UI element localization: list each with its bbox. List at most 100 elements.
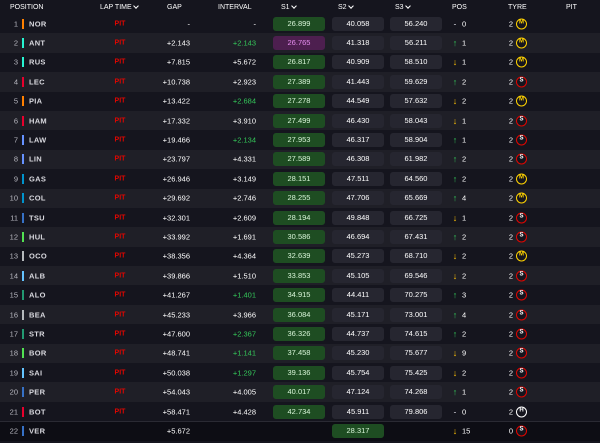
sector-3-time: 58.043 — [390, 113, 442, 128]
table-row[interactable]: 1 NOR PIT - -26.899 40.058 56.240-0 2 M — [0, 14, 600, 34]
interval-value: +2.143 — [232, 38, 256, 48]
team-color-bar — [22, 426, 24, 437]
position-number: 8 — [13, 154, 18, 164]
tyre-laps: 2 — [508, 193, 513, 203]
team-color-bar — [22, 290, 24, 301]
sector-2-time: 46.308 — [332, 152, 384, 167]
column-header-s2[interactable]: S2 — [338, 2, 354, 11]
tyre-laps: 2 — [508, 57, 513, 67]
table-row[interactable]: 20 PER PIT +54.043 +4.005 40.017 47.124 74.268 ↑… — [0, 382, 600, 402]
sector-2-time: 44.549 — [332, 94, 384, 109]
table-row[interactable]: 8 LIN PIT +23.797 +4.331 27.589 46.308 61.982 ↑ 2… — [0, 149, 600, 170]
position-change: 2 — [462, 271, 467, 281]
gap-value: +39.866 — [162, 271, 190, 281]
table-row[interactable]: 14 ALB PIT +39.866 +1.510 33.853 45.105 69.546 ↓… — [0, 266, 600, 286]
table-row[interactable]: 3 RUS PIT +7.815 +5.672 26.817 40.909 58.510 ↓ 1 2… — [0, 52, 600, 73]
position-number: 3 — [13, 57, 18, 67]
sector-2-time: 28.317 — [332, 424, 384, 439]
sector-3-time — [390, 424, 442, 438]
team-color-bar — [22, 76, 24, 87]
tyre-compound-icon: H — [516, 406, 527, 417]
column-header-s1[interactable]: S1 — [281, 2, 297, 11]
sector-3-time: 64.560 — [390, 171, 442, 186]
driver-code: BOR — [29, 348, 47, 358]
table-row[interactable]: 10 COL PIT +29.692 +2.746 28.255 47.706 65.669 ↑… — [0, 188, 600, 208]
lap-time-status: PIT — [114, 78, 126, 86]
driver-code: RUS — [29, 57, 46, 67]
driver-code: LEC — [29, 77, 45, 87]
lap-time-status: PIT — [114, 311, 126, 319]
interval-value: +2.367 — [232, 329, 256, 339]
position-number: 15 — [9, 290, 18, 300]
table-row[interactable]: 5 PIA PIT +13.422 +2.684 27.278 44.549 57.632 ↓ 2… — [0, 91, 600, 111]
team-color-bar — [22, 57, 24, 68]
lap-time-status: PIT — [114, 194, 126, 202]
arrow-down-icon: ↓ — [452, 426, 458, 437]
sector-1-time: 28.151 — [273, 171, 325, 186]
table-row[interactable]: 22 VER +5.672 28.317 ↓ 15 0 S — [0, 421, 600, 441]
column-header-tyre[interactable]: TYRE — [508, 4, 527, 11]
interval-value: +3.910 — [232, 116, 256, 126]
tyre-laps: 2 — [508, 368, 513, 378]
column-header-interval[interactable]: INTERVAL — [218, 4, 252, 11]
position-change: 1 — [462, 135, 467, 145]
tyre-compound-icon: M — [516, 56, 527, 68]
driver-code: HUL — [29, 232, 46, 242]
arrow-up-icon: ↑ — [452, 173, 458, 184]
column-header-gap[interactable]: GAP — [167, 4, 182, 11]
team-color-bar — [22, 173, 24, 184]
table-row[interactable]: 13 OCO PIT +38.356 +4.364 32.639 45.273 68.710 ↓… — [0, 246, 600, 267]
table-row[interactable]: 4 LEC PIT +10.738 +2.923 27.389 41.443 59.629 ↑ 2… — [0, 72, 600, 92]
sector-2-time: 41.443 — [332, 74, 384, 89]
column-header-s3[interactable]: S3 — [395, 2, 411, 11]
lap-time-status: PIT — [114, 175, 126, 183]
arrow-down-icon: ↓ — [452, 348, 458, 359]
table-row[interactable]: 15 ALO PIT +41.267 +1.401 34.915 44.411 70.275 ↑… — [0, 285, 600, 305]
gap-value: +33.992 — [162, 232, 190, 242]
position-change: 2 — [462, 368, 467, 378]
position-change: 9 — [462, 348, 467, 358]
sector-1-time: 27.589 — [273, 152, 325, 167]
lap-time-status: PIT — [114, 136, 126, 144]
table-row[interactable]: 6 HAM PIT +17.332 +3.910 27.499 46.430 58.043 ↓ 1… — [0, 110, 600, 131]
sector-3-time: 75.677 — [390, 346, 442, 361]
tyre-compound-icon: S — [516, 115, 527, 127]
table-row[interactable]: 19 SAI PIT +50.038 +1.297 39.136 45.754 75.425 ↓… — [0, 363, 600, 383]
arrow-up-icon: ↑ — [452, 154, 458, 165]
column-header-lap-time[interactable]: LAP TIME — [100, 2, 139, 11]
sector-3-time: 67.431 — [390, 229, 442, 244]
gap-value: - — [187, 19, 191, 29]
column-header-pos[interactable]: POS — [452, 4, 467, 11]
tyre-laps: 2 — [508, 213, 513, 223]
sector-2-time: 45.911 — [332, 404, 384, 419]
sector-3-time: 61.982 — [390, 152, 442, 167]
table-row[interactable]: 9 GAS PIT +26.946 +3.149 28.151 47.511 64.560 ↑ 2… — [0, 169, 600, 189]
chevron-down-icon — [404, 2, 411, 9]
table-row[interactable]: 7 LAW PIT +19.466 +2.134 27.953 46.317 58.904 ↑ 1… — [0, 130, 600, 150]
sector-3-time: 65.669 — [390, 191, 442, 206]
table-row[interactable]: 16 BEA PIT +45.233 +3.966 36.084 45.171 73.001 ↑… — [0, 304, 600, 325]
column-header-pit[interactable]: PIT — [566, 4, 577, 11]
tyre-compound-icon: M — [516, 192, 527, 204]
sector-1-time: 27.953 — [273, 133, 325, 148]
tyre-laps: 2 — [508, 174, 513, 184]
sector-3-time: 56.211 — [390, 36, 442, 51]
position-change: 1 — [462, 57, 467, 67]
interval-value: - — [253, 19, 257, 29]
interval-value: +3.966 — [232, 310, 256, 320]
driver-code: OCO — [29, 251, 47, 261]
driver-code: LIN — [29, 154, 42, 164]
table-row[interactable]: 17 STR PIT +47.600 +2.367 36.326 44.737 74.615 ↑… — [0, 324, 600, 344]
lap-time-status: PIT — [114, 349, 126, 357]
interval-value: +3.149 — [232, 174, 256, 184]
table-row[interactable]: 21 BOT PIT +58.471 +4.428 42.734 45.911 79.806 -… — [0, 401, 600, 422]
table-row[interactable]: 12 HUL PIT +33.992 +1.691 30.586 46.694 67.431 ↑… — [0, 227, 600, 247]
table-row[interactable]: 18 BOR PIT +48.741 +1.141 37.458 45.230 75.677 ↓… — [0, 343, 600, 364]
position-number: 6 — [13, 116, 18, 126]
sector-1-time: 26.899 — [273, 16, 325, 31]
driver-code: TSU — [29, 213, 45, 223]
table-row[interactable]: 11 TSU PIT +32.301 +2.609 28.194 49.848 66.725 ↓… — [0, 207, 600, 228]
table-row[interactable]: 2 ANT PIT +2.143 +2.143 26.765 41.318 56.211 ↑ 1 2… — [0, 33, 600, 53]
position-change: 0 — [462, 19, 467, 29]
column-header-position[interactable]: POSITION — [10, 4, 43, 11]
